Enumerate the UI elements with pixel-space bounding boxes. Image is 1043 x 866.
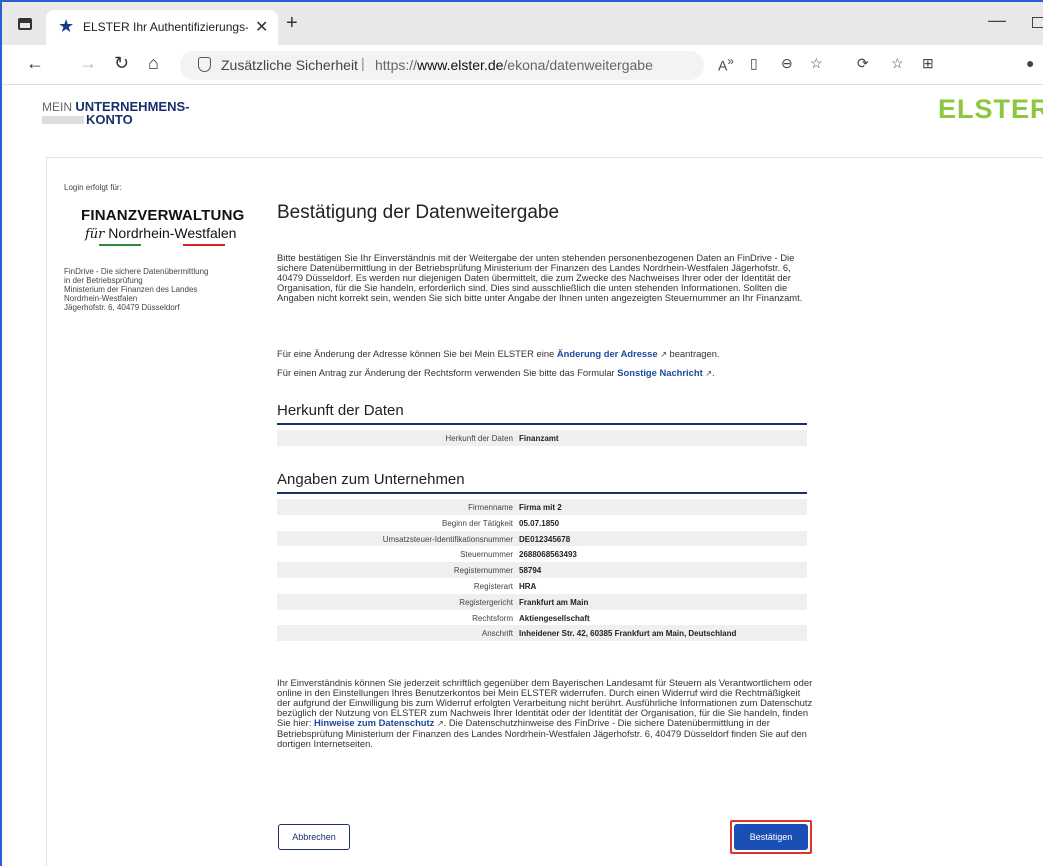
table-row: Rechtsform Aktiengesellschaft [277, 609, 807, 626]
external-link-icon: ↗ [660, 350, 667, 359]
row-key: Steuernummer [460, 550, 513, 560]
row-value: DE012345678 [519, 534, 571, 544]
privacy-notice-link[interactable]: Hinweise zum Datenschutz [314, 717, 434, 728]
company-section-title: Angaben zum Unternehmen [277, 471, 465, 488]
origin-section-divider [277, 423, 807, 425]
row-key: Firmenname [468, 503, 513, 512]
table-row: Herkunft der Daten Finanzamt [277, 430, 807, 446]
row-value: Aktiengesellschaft [519, 613, 590, 623]
nrw-color-stripe [99, 244, 225, 246]
zoom-out-icon[interactable]: ⊖ [781, 55, 793, 72]
table-row: Registernummer 58794 [277, 562, 807, 578]
new-tab-button[interactable]: + [286, 12, 298, 35]
table-row: Steuernummer 2688068563493 [277, 546, 807, 563]
back-arrow-icon[interactable]: ← [26, 53, 44, 74]
intro-text: Bitte bestätigen Sie Ihr Einverständnis … [277, 252, 803, 303]
origin-table: Herkunft der Daten Finanzamt [277, 430, 807, 446]
favorites-icon[interactable]: ☆ [891, 55, 904, 72]
url-text: https://www.elster.de/ekona/datenweiterg… [375, 57, 653, 73]
read-aloud-icon[interactable]: A» [718, 55, 734, 74]
row-key: Registerart [473, 581, 513, 591]
tab-bar: ★ ELSTER Ihr Authentifizierungs-Po ✕ + — [2, 2, 1043, 45]
immersive-reader-icon[interactable]: ▯ [750, 55, 758, 72]
row-key: Herkunft der Daten [445, 434, 513, 443]
row-key: Beginn der Tätigkeit [441, 518, 513, 528]
window-menu-icon[interactable] [18, 18, 32, 30]
add-favorite-icon[interactable]: ☆ [810, 55, 823, 72]
brand-bar [42, 116, 84, 124]
cancel-button[interactable]: Abbrechen [278, 824, 350, 850]
row-value: 2688068563493 [519, 550, 577, 560]
table-row: Umsatzsteuer-Identifikationsnummer DE0123… [277, 530, 807, 547]
browser-window: ★ ELSTER Ihr Authentifizierungs-Po ✕ + —… [0, 0, 1043, 866]
legal-form-text: Für einen Antrag zur Änderung der Rechts… [277, 367, 715, 379]
login-for-label: Login erfolgt für: [64, 183, 122, 192]
page-header: MEIN UNTERNEHMENS- KONTO ELSTER [2, 86, 1043, 142]
row-key: Anschrift [481, 629, 513, 639]
row-key: Umsatzsteuer-Identifikationsnummer [382, 534, 513, 544]
row-value: 05.07.1850 [519, 518, 560, 528]
external-link-icon: ↗ [436, 719, 444, 728]
elster-favicon-icon: ★ [58, 16, 75, 36]
table-row: Registerart HRA [277, 577, 807, 594]
finanzverwaltung-logo-line1: FINANZVERWALTUNG [81, 207, 245, 224]
brand-konto: KONTO [86, 112, 133, 127]
row-value: Firma mit 2 [519, 503, 562, 512]
address-bar[interactable]: Zusätzliche Sicherheit | https://www.els… [180, 51, 704, 80]
row-key: Registergericht [459, 597, 513, 607]
recipient-info: FinDrive - Die sichere Datenübermittlung… [64, 267, 209, 312]
address-separator: | [361, 55, 365, 71]
table-row: Registergericht Frankfurt am Main [277, 593, 807, 610]
collections-icon[interactable]: ⊞ [922, 55, 934, 72]
row-value: Frankfurt am Main [519, 597, 589, 607]
shield-icon [198, 57, 211, 72]
table-row: Beginn der Tätigkeit 05.07.1850 [277, 514, 807, 531]
origin-section-title: Herkunft der Daten [277, 402, 404, 419]
browser-toolbar: ← → ↻ ⌂ Zusätzliche Sicherheit | https:/… [2, 45, 1043, 85]
maximize-icon[interactable] [1032, 17, 1043, 28]
home-icon[interactable]: ⌂ [148, 53, 159, 74]
page-title: Bestätigung der Datenweitergabe [277, 202, 560, 223]
minimize-icon[interactable]: — [988, 10, 1006, 31]
extensions-icon[interactable]: ⟳ [857, 55, 869, 72]
company-section-divider [277, 492, 807, 494]
security-label: Zusätzliche Sicherheit [221, 57, 358, 73]
consent-text: Ihr Einverständnis können Sie jederzeit … [277, 677, 813, 749]
elster-logo[interactable]: ELSTER [938, 94, 1043, 125]
address-change-text: Für eine Änderung der Adresse können Sie… [277, 348, 720, 360]
confirm-button[interactable]: Bestätigen [734, 824, 808, 850]
tab-close-icon[interactable]: ✕ [255, 17, 268, 37]
row-value: 58794 [519, 566, 542, 576]
company-table: Firmenname Firma mit 2 Beginn der Tätigke… [277, 499, 807, 642]
table-row: Anschrift Inheidener Str. 42, 60385 Frank… [277, 625, 807, 642]
address-change-link[interactable]: Änderung der Adresse [557, 348, 658, 359]
profile-avatar[interactable]: ● [1026, 55, 1034, 71]
row-key: Registernummer [453, 566, 513, 576]
reload-icon[interactable]: ↻ [114, 53, 129, 74]
row-key: Rechtsform [472, 613, 513, 623]
browser-tab[interactable]: ★ ELSTER Ihr Authentifizierungs-Po ✕ [46, 10, 278, 45]
table-row: Firmenname Firma mit 2 [277, 499, 807, 515]
sonstige-nachricht-link[interactable]: Sonstige Nachricht [617, 367, 702, 378]
row-value: Inheidener Str. 42, 60385 Frankfurt am M… [519, 629, 737, 639]
row-value: Finanzamt [519, 434, 559, 443]
tab-title: ELSTER Ihr Authentifizierungs-Po [83, 20, 248, 34]
row-value: HRA [519, 581, 537, 591]
forward-arrow-icon[interactable]: → [79, 53, 97, 74]
finanzverwaltung-logo-line2: für Nordrhein-Westfalen [85, 225, 237, 242]
